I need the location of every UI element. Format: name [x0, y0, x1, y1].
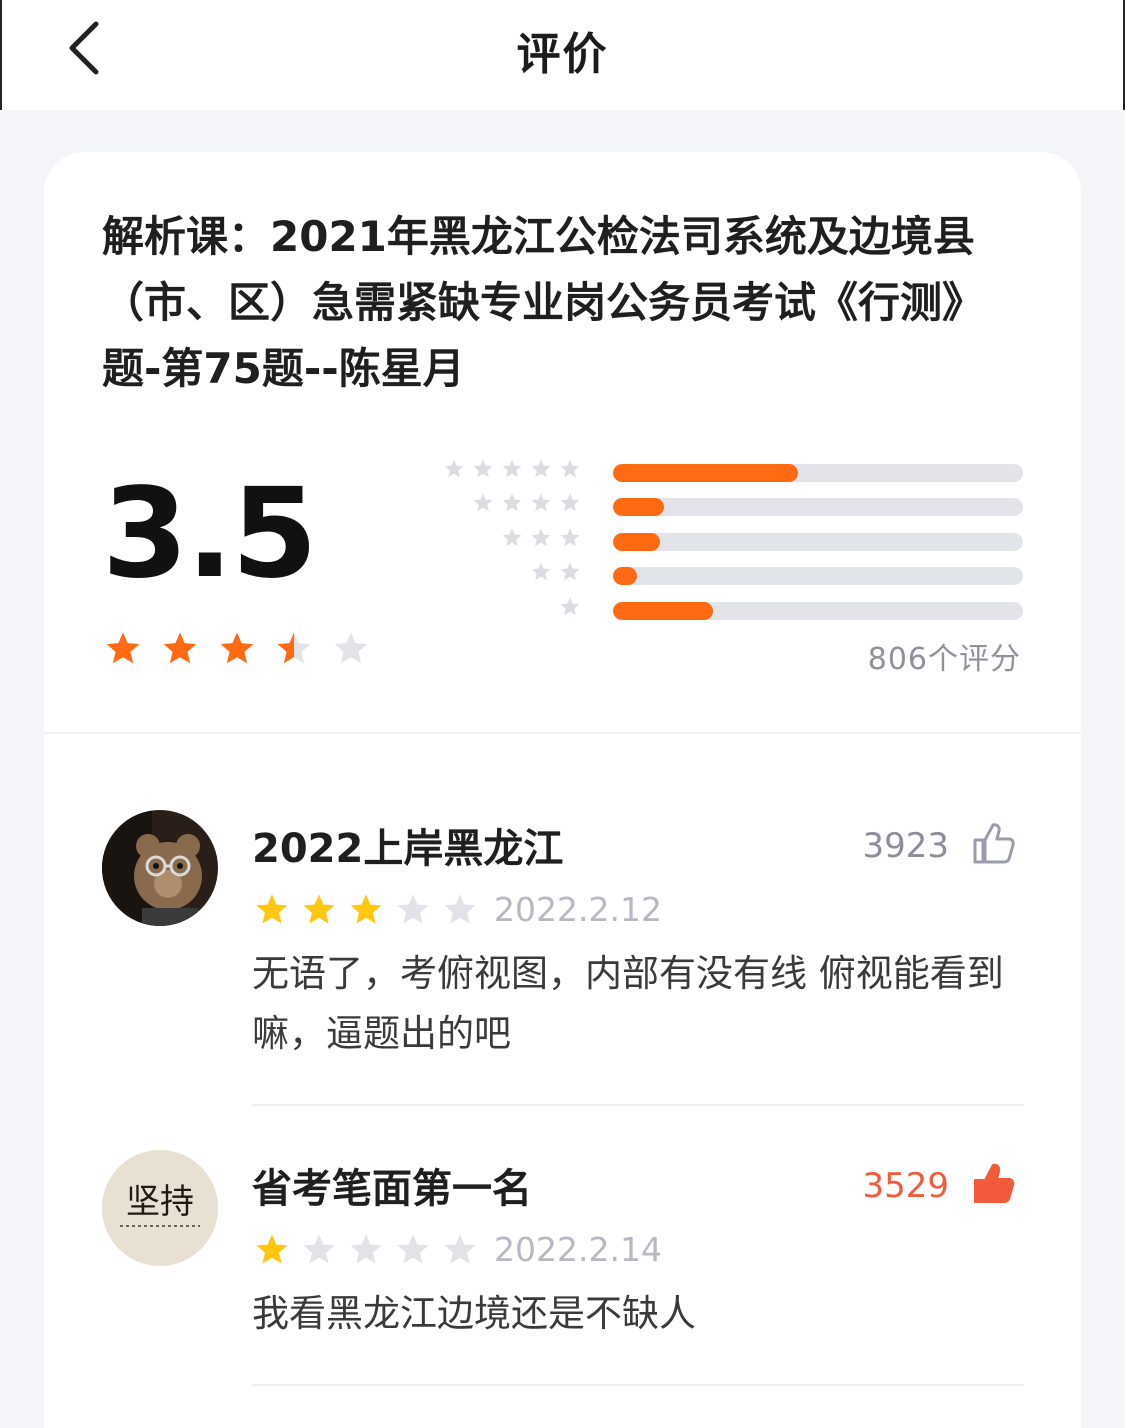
star-icon: [560, 597, 580, 616]
distribution-row: [44, 559, 1081, 589]
distribution-bar: [613, 567, 1023, 585]
review-rating-stars: [254, 892, 478, 928]
rating-card: 解析课：2021年黑龙江公检法司系统及边境县（市、区）急需紧缺专业岗公务员考试《…: [44, 152, 1081, 1428]
distribution-bar-fill: [613, 533, 661, 551]
avatar-calligraphy-text: 坚持: [126, 1182, 194, 1222]
reviewer-name: 2022上岸黑龙江: [252, 826, 564, 872]
star-icon: [397, 1234, 429, 1264]
star-icon: [473, 493, 493, 512]
like-count: 3529: [862, 1166, 949, 1206]
star-icon: [560, 562, 580, 581]
star-icon: [444, 894, 476, 924]
distribution-bar-fill: [613, 567, 637, 585]
rating-distribution: [44, 452, 1081, 622]
star-icon: [277, 632, 311, 664]
star-icon: [303, 1234, 335, 1264]
star-icon: [350, 1234, 382, 1264]
distribution-bar: [613, 533, 1023, 551]
star-icon: [531, 528, 551, 547]
star-icon: [531, 562, 551, 581]
like-count: 3923: [862, 826, 949, 866]
section-divider: [44, 732, 1081, 734]
star-icon: [303, 894, 335, 924]
review-divider: [252, 1104, 1024, 1106]
review-text: 我看黑龙江边境还是不缺人: [252, 1292, 696, 1335]
reviewer-name: 省考笔面第一名: [252, 1166, 532, 1212]
distribution-bar-fill: [613, 464, 798, 482]
teddy-bear-avatar[interactable]: [102, 810, 218, 926]
star-icon: [560, 459, 580, 478]
distribution-stars: [472, 492, 581, 514]
distribution-bar-fill: [613, 498, 665, 516]
star-icon: [106, 632, 140, 664]
rating-count: 806个评分: [867, 642, 1021, 677]
star-icon: [502, 528, 522, 547]
star-icon: [256, 1234, 288, 1264]
thumbs-up-icon[interactable]: [971, 1160, 1019, 1208]
star-icon: [220, 632, 254, 664]
calligraphy-avatar[interactable]: 坚持: [102, 1150, 218, 1266]
average-score-stars: [104, 630, 370, 668]
distribution-row: [44, 456, 1081, 486]
distribution-stars: [559, 596, 581, 618]
star-icon: [350, 894, 382, 924]
star-icon: [502, 493, 522, 512]
star-icon: [444, 1234, 476, 1264]
star-icon: [473, 459, 493, 478]
thumbs-up-icon[interactable]: [971, 820, 1019, 868]
star-icon: [256, 894, 288, 924]
star-icon: [397, 894, 429, 924]
distribution-bar: [613, 498, 1023, 516]
review-date: 2022.2.12: [494, 890, 662, 929]
star-icon: [531, 493, 551, 512]
review-date: 2022.2.14: [494, 1230, 662, 1269]
distribution-bar: [613, 602, 1023, 620]
review-divider: [252, 1384, 1024, 1386]
star-icon: [560, 528, 580, 547]
star-icon: [531, 459, 551, 478]
navigation-bar: 评价: [0, 0, 1125, 110]
star-icon: [444, 459, 464, 478]
distribution-stars: [501, 527, 581, 549]
distribution-row: [44, 594, 1081, 624]
star-icon: [560, 493, 580, 512]
review-text: 无语了，考俯视图，内部有没有线 俯视能看到嘛，逼题出的吧: [252, 952, 1004, 1055]
distribution-stars: [530, 561, 581, 583]
star-icon: [502, 459, 522, 478]
star-icon: [334, 632, 368, 664]
course-title: 解析课：2021年黑龙江公检法司系统及边境县（市、区）急需紧缺专业岗公务员考试《…: [102, 212, 985, 393]
distribution-bar: [613, 464, 1023, 482]
star-icon: [163, 632, 197, 664]
distribution-row: [44, 490, 1081, 520]
distribution-stars: [443, 458, 581, 480]
distribution-row: [44, 525, 1081, 555]
distribution-bar-fill: [613, 602, 714, 620]
page-title: 评价: [516, 29, 609, 80]
review-rating-stars: [254, 1232, 478, 1268]
